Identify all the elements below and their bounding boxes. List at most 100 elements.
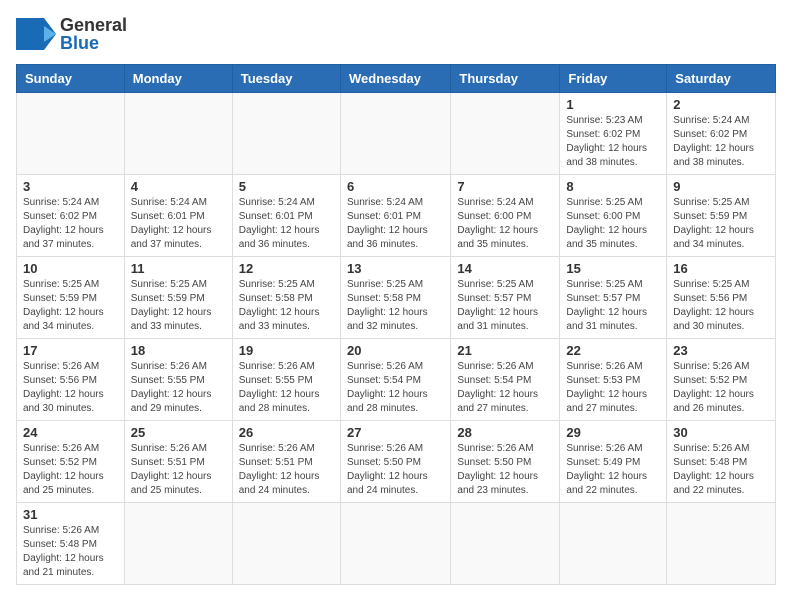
- calendar-cell: 10 Sunrise: 5:25 AM Sunset: 5:59 PM Dayli…: [17, 257, 125, 339]
- day-number: 22: [566, 343, 660, 358]
- day-info: Sunrise: 5:25 AM Sunset: 6:00 PM Dayligh…: [566, 196, 660, 252]
- calendar-cell: 17 Sunrise: 5:26 AM Sunset: 5:56 PM Dayli…: [17, 339, 125, 421]
- calendar-cell: 5 Sunrise: 5:24 AM Sunset: 6:01 PM Daylig…: [232, 175, 340, 257]
- day-number: 17: [23, 343, 118, 358]
- day-number: 16: [673, 261, 769, 276]
- day-number: 7: [457, 179, 553, 194]
- day-info: Sunrise: 5:26 AM Sunset: 5:50 PM Dayligh…: [457, 442, 553, 498]
- day-number: 21: [457, 343, 553, 358]
- day-number: 5: [239, 179, 334, 194]
- calendar-cell: 25 Sunrise: 5:26 AM Sunset: 5:51 PM Dayli…: [124, 421, 232, 503]
- calendar-week-row: 10 Sunrise: 5:25 AM Sunset: 5:59 PM Dayli…: [17, 257, 776, 339]
- calendar-cell: 2 Sunrise: 5:24 AM Sunset: 6:02 PM Daylig…: [667, 93, 776, 175]
- weekday-header-sunday: Sunday: [17, 65, 125, 93]
- calendar-cell: 6 Sunrise: 5:24 AM Sunset: 6:01 PM Daylig…: [340, 175, 450, 257]
- calendar-cell: 29Sunrise: 5:26 AM Sunset: 5:49 PM Dayli…: [560, 421, 667, 503]
- day-number: 30: [673, 425, 769, 440]
- day-number: 12: [239, 261, 334, 276]
- calendar-cell: 28 Sunrise: 5:26 AM Sunset: 5:50 PM Dayli…: [451, 421, 560, 503]
- logo-svg: [16, 18, 56, 50]
- calendar-cell: 23 Sunrise: 5:26 AM Sunset: 5:52 PM Dayli…: [667, 339, 776, 421]
- calendar-week-row: 1Sunrise: 5:23 AM Sunset: 6:02 PM Daylig…: [17, 93, 776, 175]
- day-info: Sunrise: 5:26 AM Sunset: 5:54 PM Dayligh…: [457, 360, 553, 416]
- day-info: Sunrise: 5:24 AM Sunset: 6:02 PM Dayligh…: [673, 114, 769, 170]
- calendar-cell: [667, 503, 776, 585]
- day-info: Sunrise: 5:26 AM Sunset: 5:55 PM Dayligh…: [131, 360, 226, 416]
- day-info: Sunrise: 5:26 AM Sunset: 5:50 PM Dayligh…: [347, 442, 444, 498]
- day-number: 27: [347, 425, 444, 440]
- day-number: 6: [347, 179, 444, 194]
- calendar-cell: 13Sunrise: 5:25 AM Sunset: 5:58 PM Dayli…: [340, 257, 450, 339]
- calendar-cell: 1Sunrise: 5:23 AM Sunset: 6:02 PM Daylig…: [560, 93, 667, 175]
- calendar-cell: [232, 503, 340, 585]
- calendar-cell: [451, 93, 560, 175]
- calendar-cell: 30 Sunrise: 5:26 AM Sunset: 5:48 PM Dayli…: [667, 421, 776, 503]
- calendar-cell: 9 Sunrise: 5:25 AM Sunset: 5:59 PM Daylig…: [667, 175, 776, 257]
- day-number: 2: [673, 97, 769, 112]
- weekday-header-friday: Friday: [560, 65, 667, 93]
- calendar-cell: 27 Sunrise: 5:26 AM Sunset: 5:50 PM Dayli…: [340, 421, 450, 503]
- weekday-header-thursday: Thursday: [451, 65, 560, 93]
- calendar-cell: 20Sunrise: 5:26 AM Sunset: 5:54 PM Dayli…: [340, 339, 450, 421]
- day-info: Sunrise: 5:25 AM Sunset: 5:58 PM Dayligh…: [239, 278, 334, 334]
- day-number: 24: [23, 425, 118, 440]
- calendar-cell: [124, 503, 232, 585]
- day-info: Sunrise: 5:26 AM Sunset: 5:54 PM Dayligh…: [347, 360, 444, 416]
- calendar-cell: 4Sunrise: 5:24 AM Sunset: 6:01 PM Daylig…: [124, 175, 232, 257]
- day-info: Sunrise: 5:26 AM Sunset: 5:51 PM Dayligh…: [239, 442, 334, 498]
- day-number: 23: [673, 343, 769, 358]
- calendar-cell: [451, 503, 560, 585]
- calendar-cell: 16Sunrise: 5:25 AM Sunset: 5:56 PM Dayli…: [667, 257, 776, 339]
- day-number: 28: [457, 425, 553, 440]
- day-number: 31: [23, 507, 118, 522]
- day-number: 15: [566, 261, 660, 276]
- day-info: Sunrise: 5:25 AM Sunset: 5:57 PM Dayligh…: [566, 278, 660, 334]
- day-info: Sunrise: 5:24 AM Sunset: 6:01 PM Dayligh…: [347, 196, 444, 252]
- day-info: Sunrise: 5:26 AM Sunset: 5:52 PM Dayligh…: [673, 360, 769, 416]
- calendar-cell: 19Sunrise: 5:26 AM Sunset: 5:55 PM Dayli…: [232, 339, 340, 421]
- calendar-cell: 22 Sunrise: 5:26 AM Sunset: 5:53 PM Dayli…: [560, 339, 667, 421]
- day-number: 19: [239, 343, 334, 358]
- day-number: 3: [23, 179, 118, 194]
- calendar-week-row: 24Sunrise: 5:26 AM Sunset: 5:52 PM Dayli…: [17, 421, 776, 503]
- day-number: 25: [131, 425, 226, 440]
- weekday-header-monday: Monday: [124, 65, 232, 93]
- day-info: Sunrise: 5:26 AM Sunset: 5:56 PM Dayligh…: [23, 360, 118, 416]
- day-info: Sunrise: 5:24 AM Sunset: 6:00 PM Dayligh…: [457, 196, 553, 252]
- calendar-cell: 11Sunrise: 5:25 AM Sunset: 5:59 PM Dayli…: [124, 257, 232, 339]
- day-info: Sunrise: 5:26 AM Sunset: 5:51 PM Dayligh…: [131, 442, 226, 498]
- day-info: Sunrise: 5:25 AM Sunset: 5:58 PM Dayligh…: [347, 278, 444, 334]
- day-number: 18: [131, 343, 226, 358]
- day-info: Sunrise: 5:26 AM Sunset: 5:53 PM Dayligh…: [566, 360, 660, 416]
- day-number: 10: [23, 261, 118, 276]
- calendar-cell: [560, 503, 667, 585]
- calendar-cell: 31Sunrise: 5:26 AM Sunset: 5:48 PM Dayli…: [17, 503, 125, 585]
- day-info: Sunrise: 5:25 AM Sunset: 5:57 PM Dayligh…: [457, 278, 553, 334]
- calendar-week-row: 17 Sunrise: 5:26 AM Sunset: 5:56 PM Dayli…: [17, 339, 776, 421]
- day-number: 1: [566, 97, 660, 112]
- day-info: Sunrise: 5:26 AM Sunset: 5:48 PM Dayligh…: [673, 442, 769, 498]
- calendar-cell: 26 Sunrise: 5:26 AM Sunset: 5:51 PM Dayli…: [232, 421, 340, 503]
- day-number: 29: [566, 425, 660, 440]
- day-info: Sunrise: 5:24 AM Sunset: 6:01 PM Dayligh…: [239, 196, 334, 252]
- calendar-cell: [17, 93, 125, 175]
- day-number: 4: [131, 179, 226, 194]
- day-number: 26: [239, 425, 334, 440]
- calendar-cell: 7 Sunrise: 5:24 AM Sunset: 6:00 PM Daylig…: [451, 175, 560, 257]
- page-header: GeneralBlue: [16, 16, 776, 52]
- calendar-cell: 24Sunrise: 5:26 AM Sunset: 5:52 PM Dayli…: [17, 421, 125, 503]
- weekday-header-wednesday: Wednesday: [340, 65, 450, 93]
- calendar-cell: 15 Sunrise: 5:25 AM Sunset: 5:57 PM Dayli…: [560, 257, 667, 339]
- calendar-cell: [232, 93, 340, 175]
- calendar-cell: 21 Sunrise: 5:26 AM Sunset: 5:54 PM Dayli…: [451, 339, 560, 421]
- calendar-cell: 8Sunrise: 5:25 AM Sunset: 6:00 PM Daylig…: [560, 175, 667, 257]
- day-info: Sunrise: 5:24 AM Sunset: 6:02 PM Dayligh…: [23, 196, 118, 252]
- calendar-cell: 18 Sunrise: 5:26 AM Sunset: 5:55 PM Dayli…: [124, 339, 232, 421]
- weekday-header-saturday: Saturday: [667, 65, 776, 93]
- day-info: Sunrise: 5:25 AM Sunset: 5:59 PM Dayligh…: [673, 196, 769, 252]
- weekday-header-tuesday: Tuesday: [232, 65, 340, 93]
- day-info: Sunrise: 5:25 AM Sunset: 5:59 PM Dayligh…: [23, 278, 118, 334]
- calendar-cell: 12 Sunrise: 5:25 AM Sunset: 5:58 PM Dayli…: [232, 257, 340, 339]
- day-number: 9: [673, 179, 769, 194]
- logo: GeneralBlue: [16, 16, 127, 52]
